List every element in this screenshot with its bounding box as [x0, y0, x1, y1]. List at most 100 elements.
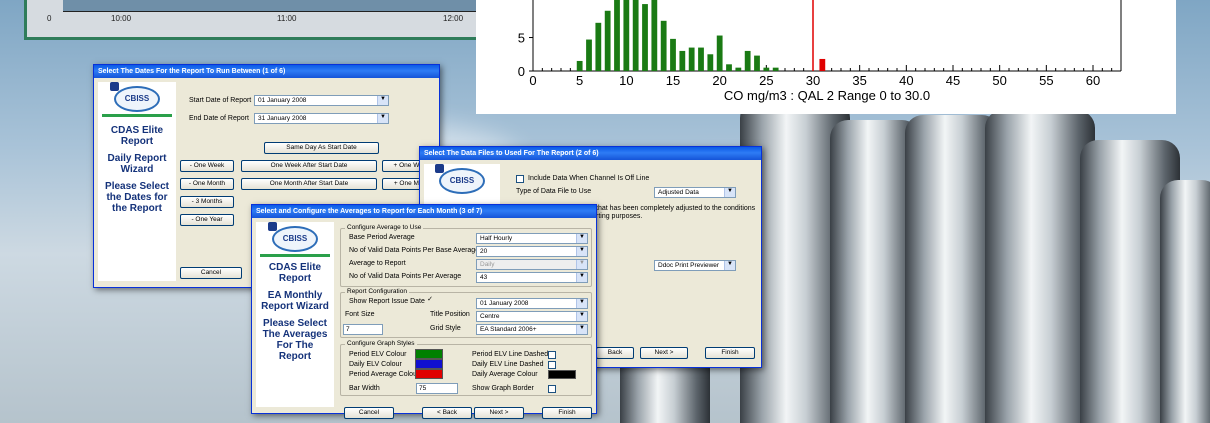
printer-select[interactable]: Ddoc Print Previewer — [654, 260, 736, 271]
x-tick-label: 35 — [852, 73, 866, 88]
top-left-chart: 0 10:00 11:00 12:00 — [24, 0, 492, 40]
month-after-start-button[interactable]: One Month After Start Date — [241, 178, 377, 190]
minus-year-button[interactable]: - One Year — [180, 214, 234, 226]
period-elv-dashed-checkbox[interactable] — [548, 351, 556, 359]
average-select[interactable]: Daily — [476, 259, 588, 270]
same-day-button[interactable]: Same Day As Start Date — [264, 142, 379, 154]
cancel-button[interactable]: Cancel — [344, 407, 394, 419]
base-period-label: Base Period Average — [349, 234, 415, 241]
x-tick-label: 45 — [946, 73, 960, 88]
histogram-bar — [642, 4, 648, 72]
x-tick-label: 30 — [806, 73, 820, 88]
sidebar-title-line: The Averages — [262, 329, 328, 340]
group-caption: Configure Graph Styles — [345, 340, 417, 347]
histogram-bar — [576, 60, 583, 71]
grid-style-select[interactable]: EA Standard 2006+ — [476, 324, 588, 335]
valid-base-label: No of Valid Data Points Per Base Average — [349, 247, 480, 254]
back-button[interactable]: Back — [596, 347, 634, 359]
axis-tick: 0 — [47, 14, 52, 23]
cancel-button[interactable]: Cancel — [180, 267, 242, 279]
x-tick-label: 5 — [576, 73, 583, 88]
histogram-bar — [586, 39, 592, 71]
axis-tick: 10:00 — [111, 14, 132, 23]
sidebar-title-line: Please Select — [263, 318, 327, 329]
histogram-bar — [604, 10, 611, 72]
x-tick-label: 60 — [1086, 73, 1100, 88]
graph-border-label: Show Graph Border — [472, 385, 534, 392]
week-after-start-button[interactable]: One Week After Start Date — [241, 160, 377, 172]
valid-average-label: No of Valid Data Points Per Average — [349, 273, 462, 280]
sidebar-title-line: Daily Report — [107, 153, 167, 164]
period-average-colour-label: Period Average Colour — [349, 371, 420, 378]
sidebar-title-line: Please Select — [105, 181, 169, 192]
bar-width-input[interactable]: 75 — [416, 383, 458, 394]
histogram-bar — [735, 67, 742, 71]
issue-date-checkbox[interactable]: ✓ — [426, 296, 434, 305]
window-title: Select The Dates For the Report To Run B… — [94, 65, 439, 78]
x-tick-label: 50 — [992, 73, 1006, 88]
y-tick-label: 0 — [518, 64, 525, 79]
base-period-select[interactable]: Half Hourly — [476, 233, 588, 244]
window-title: Select and Configure the Averages to Rep… — [252, 205, 596, 218]
include-offline-label: Include Data When Channel Is Off Line — [528, 175, 650, 182]
minus-week-button[interactable]: - One Week — [180, 160, 234, 172]
wizard-sidebar: CBISS CDAS Elite Report EA Monthly Report W… — [256, 222, 334, 407]
finish-button[interactable]: Finish — [705, 347, 755, 359]
daily-elv-dashed-label: Daily ELV Line Dashed — [472, 361, 544, 368]
grid-style-label: Grid Style — [430, 325, 461, 332]
data-type-select[interactable]: Adjusted Data — [654, 187, 736, 198]
axis-tick: 11:00 — [277, 14, 297, 23]
histogram-bar — [688, 47, 695, 71]
font-size-input[interactable]: 7 — [343, 324, 383, 335]
histogram-bar — [651, 0, 658, 72]
start-date-select[interactable]: 01 January 2008 — [254, 95, 389, 106]
period-average-swatch[interactable] — [415, 369, 443, 379]
histogram-bar — [716, 35, 723, 71]
issue-date-label: Show Report Issue Date — [349, 298, 425, 305]
histogram-bar — [707, 54, 714, 71]
valid-average-select[interactable]: 43 — [476, 272, 588, 283]
group-caption: Report Configuration — [345, 288, 409, 295]
background-tank — [1160, 180, 1210, 423]
bar-width-label: Bar Width — [349, 385, 380, 392]
x-tick-label: 15 — [666, 73, 680, 88]
sidebar-title-line: Report Wizard — [261, 301, 329, 312]
daily-elv-dashed-checkbox[interactable] — [548, 361, 556, 369]
histogram-bar — [679, 50, 686, 71]
finish-button[interactable]: Finish — [542, 407, 592, 419]
sidebar-title-line: the Report — [112, 203, 162, 214]
histogram-bar — [660, 20, 667, 71]
issue-date-select[interactable]: 01 January 2008 — [476, 298, 588, 309]
next-button[interactable]: Next > — [474, 407, 524, 419]
end-date-select[interactable]: 31 January 2008 — [254, 113, 389, 124]
chart-plot-area — [63, 0, 481, 12]
data-type-label: Type of Data File to Use — [516, 188, 592, 195]
minus-month-button[interactable]: - One Month — [180, 178, 234, 190]
histogram-svg: 0 5 10 15 20 25 30 35 40 45 50 55 60 0 5 CO mg/m3 : QAL… — [518, 0, 1122, 103]
histogram-bar — [763, 67, 770, 71]
sidebar-title-line: the Dates for — [106, 192, 168, 203]
histogram-bar — [632, 0, 639, 72]
histogram-bar — [754, 55, 760, 71]
next-button[interactable]: Next > — [640, 347, 688, 359]
sidebar-title-line: Report — [278, 351, 312, 362]
graph-border-checkbox[interactable] — [548, 385, 556, 393]
sidebar-title-line: For The — [276, 340, 314, 351]
minus-3-months-button[interactable]: - 3 Months — [180, 196, 234, 208]
histogram-bar — [698, 47, 704, 71]
period-elv-dashed-label: Period ELV Line Dashed — [472, 351, 549, 358]
end-date-label: End Date of Report — [189, 115, 249, 122]
daily-elv-swatch[interactable] — [415, 359, 443, 369]
period-elv-colour-label: Period ELV Colour — [349, 351, 407, 358]
daily-average-swatch[interactable] — [548, 370, 576, 379]
wizard-sidebar: CBISS CDAS Elite Report Daily Report Wizard… — [98, 82, 176, 281]
include-offline-checkbox[interactable] — [516, 175, 524, 183]
y-tick-label: 5 — [518, 31, 525, 46]
title-position-select[interactable]: Centre — [476, 311, 588, 322]
period-elv-swatch[interactable] — [415, 349, 443, 359]
group-caption: Configure Average to Use — [345, 224, 424, 231]
back-button[interactable]: < Back — [422, 407, 472, 419]
valid-base-select[interactable]: 20 — [476, 246, 588, 257]
description-text: that has been completely adjusted to the… — [596, 205, 756, 212]
description-text: rting purposes. — [596, 213, 643, 220]
